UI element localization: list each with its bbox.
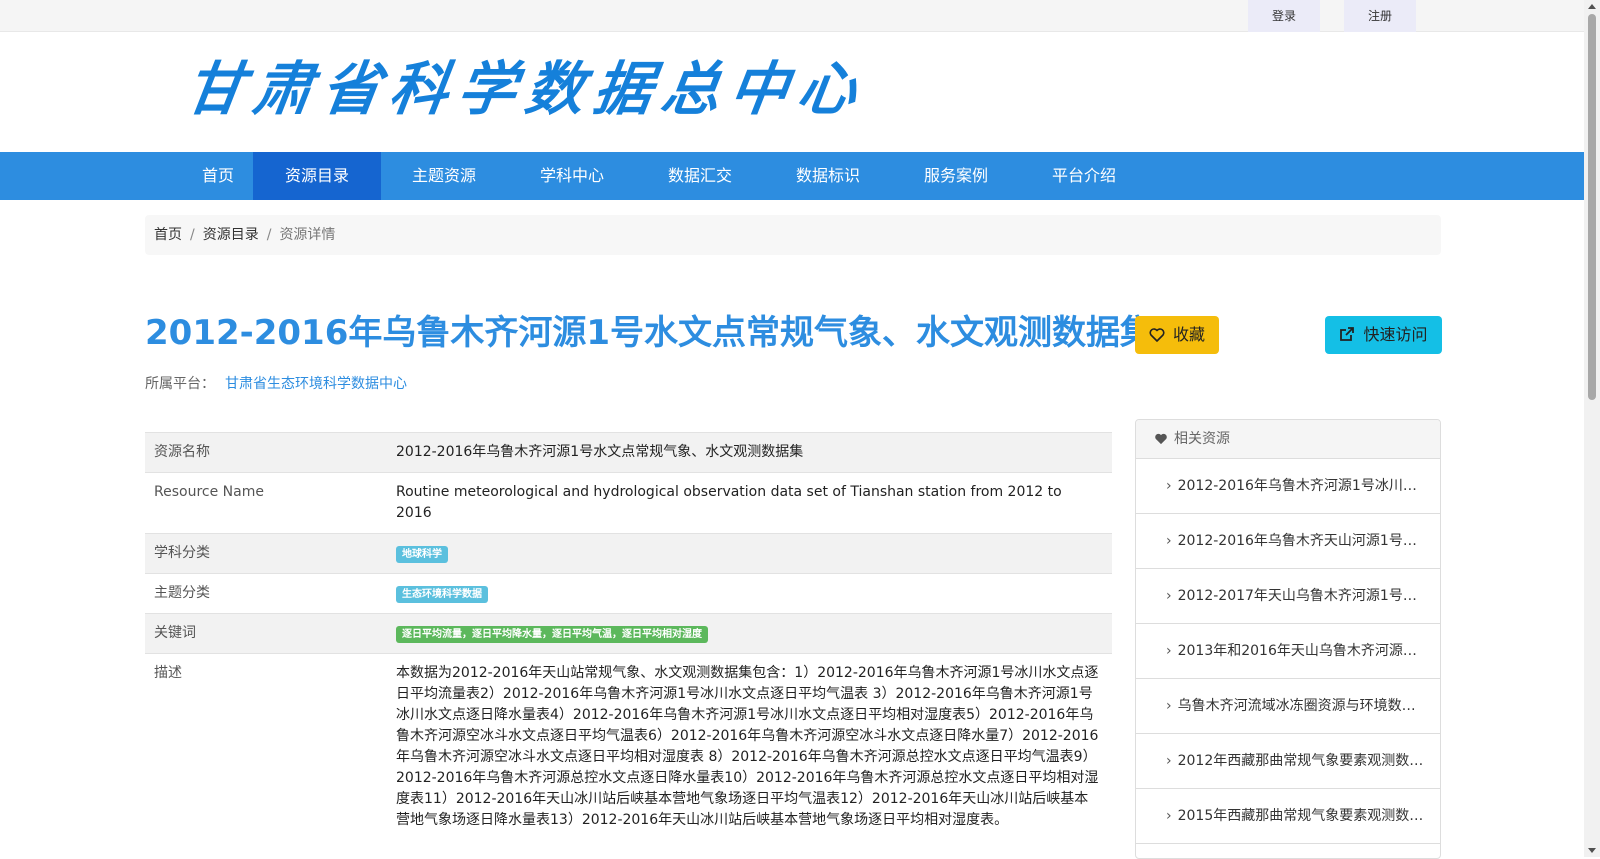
nav-service-cases[interactable]: 服务案例 [916,152,996,200]
nav-data-submission[interactable]: 数据汇交 [660,152,740,200]
nav-platform-intro[interactable]: 平台介绍 [1044,152,1124,200]
table-row: Resource Name Routine meteorological and… [145,472,1112,534]
page-scrollbar[interactable] [1584,0,1600,857]
row-key: 关键词 [154,625,196,641]
top-bar: 登录 注册 [0,0,1584,32]
favorite-label: 收藏 [1172,325,1205,344]
favorite-button[interactable]: 收藏 [1135,316,1219,354]
chevron-right-icon: › [1166,643,1172,659]
related-item[interactable]: › 乌鲁木齐河流域冰冻圈资源与环境数据集 [1136,679,1440,734]
nav-discipline-center[interactable]: 学科中心 [532,152,612,200]
related-item[interactable]: ›2013年和2016年天山乌鲁木齐河源观测数据集 [1136,624,1440,679]
breadcrumb-catalog[interactable]: 资源目录 [203,227,259,243]
chevron-right-icon: › [1166,588,1172,604]
nav-home[interactable]: 首页 [186,152,250,200]
topic-badge: 生态环境科学数据 [396,586,488,603]
scroll-up-arrow[interactable] [1588,4,1596,9]
row-key: 描述 [154,665,182,681]
table-row: 主题分类 生态环境科学数据 [145,573,1112,614]
subject-badge: 地球科学 [396,546,448,563]
scrollbar-thumb[interactable] [1588,14,1596,400]
external-link-icon [1340,327,1355,341]
related-item[interactable]: ›2012-2016年乌鲁木齐河源1号冰川水文点逐日平均流量数据集 [1136,459,1440,514]
related-title: 相关资源 [1174,431,1230,447]
breadcrumb-separator: / [190,227,195,243]
chevron-right-icon: › [1166,808,1172,824]
breadcrumb-home[interactable]: 首页 [154,227,182,243]
heart-icon [1155,433,1167,445]
row-value: Routine meteorological and hydrological … [396,484,1062,521]
chevron-right-icon: › [1166,533,1172,549]
breadcrumb-current: 资源详情 [279,227,336,243]
register-button[interactable]: 注册 [1344,0,1416,32]
row-key: 主题分类 [154,585,210,601]
chevron-right-icon: › [1166,478,1172,494]
resource-info-table: 资源名称 2012-2016年乌鲁木齐河源1号水文点常规气象、水文观测数据集 R… [145,432,1112,840]
heart-icon [1149,328,1165,342]
breadcrumb: 首页 / 资源目录 / 资源详情 [145,215,1441,255]
row-value: 本数据为2012-2016年天山站常规气象、水文观测数据集包含：1）2012-2… [396,665,1099,828]
chevron-right-icon: › [1166,698,1172,714]
row-key: 资源名称 [154,444,210,460]
scroll-down-arrow[interactable] [1588,848,1596,853]
related-header: 相关资源 [1136,420,1440,459]
quick-access-label: 快速访问 [1363,325,1428,344]
platform-link[interactable]: 甘肃省生态环境科学数据中心 [225,376,407,392]
related-item[interactable]: ›2012-2017年天山乌鲁木齐河源1号冰川观测数据集 [1136,569,1440,624]
related-item[interactable]: ›2012-2016年乌鲁木齐天山河源1号冰川观测数据集 [1136,514,1440,569]
site-logo[interactable]: 甘肃省科学数据总中心 [181,54,931,124]
page-title: 2012-2016年乌鲁木齐河源1号水文点常规气象、水文观测数据集 [145,313,1155,353]
related-item[interactable]: › 2015年西藏那曲常规气象要素观测数据集 [1136,789,1440,844]
related-item[interactable]: › 2012年西藏那曲常规气象要素观测数据集 [1136,734,1440,789]
chevron-right-icon: › [1166,753,1172,769]
platform-line: 所属平台： 甘肃省生态环境科学数据中心 [145,373,407,393]
table-row: 资源名称 2012-2016年乌鲁木齐河源1号水文点常规气象、水文观测数据集 [145,432,1112,473]
login-button[interactable]: 登录 [1248,0,1320,32]
table-row: 描述 本数据为2012-2016年天山站常规气象、水文观测数据集包含：1）201… [145,653,1112,841]
keyword-badge: 逐日平均流量，逐日平均降水量，逐日平均气温，逐日平均相对湿度 [396,626,708,643]
table-row: 关键词 逐日平均流量，逐日平均降水量，逐日平均气温，逐日平均相对湿度 [145,613,1112,654]
nav-data-identifier[interactable]: 数据标识 [788,152,868,200]
main-nav: 首页 资源目录 主题资源 学科中心 数据汇交 数据标识 服务案例 平台介绍 [0,152,1584,200]
row-key: 学科分类 [154,545,210,561]
nav-resource-catalog[interactable]: 资源目录 [253,152,381,200]
row-key: Resource Name [154,484,264,500]
related-resources-panel: 相关资源 ›2012-2016年乌鲁木齐河源1号冰川水文点逐日平均流量数据集 ›… [1135,419,1441,859]
table-row: 学科分类 地球科学 [145,533,1112,574]
row-value: 2012-2016年乌鲁木齐河源1号水文点常规气象、水文观测数据集 [396,444,804,460]
quick-access-button[interactable]: 快速访问 [1325,316,1442,354]
platform-label: 所属平台： [145,376,215,392]
nav-topic-resources[interactable]: 主题资源 [404,152,484,200]
breadcrumb-separator: / [266,227,272,243]
